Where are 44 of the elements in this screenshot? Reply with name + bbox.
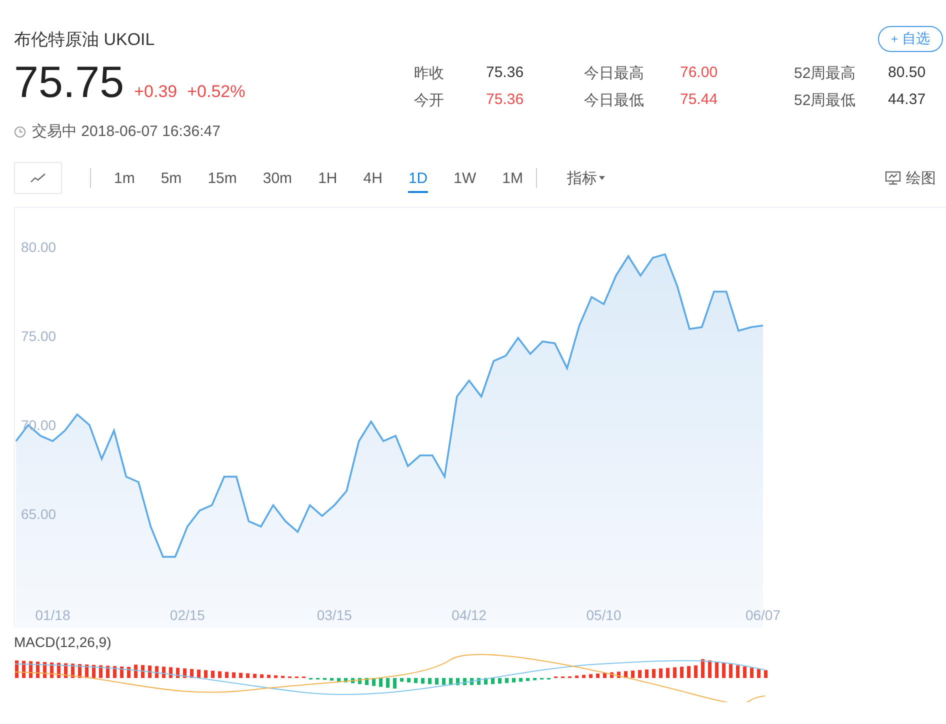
draw-button[interactable]: 绘图	[879, 168, 942, 188]
period-tab[interactable]: 30m	[262, 164, 292, 192]
x-axis-label: 01/18	[35, 607, 70, 623]
price-change: +0.39	[134, 82, 178, 102]
x-axis-label: 04/12	[452, 607, 487, 623]
period-tab[interactable]: 1W	[454, 164, 476, 192]
period-tab[interactable]: 1M	[502, 164, 523, 192]
x-axis-label: 06/07	[745, 607, 781, 623]
stat-value: 75.36	[486, 64, 525, 83]
percent-change: +0.52%	[187, 82, 246, 102]
y-axis-label: 70.00	[21, 417, 56, 434]
period-tab[interactable]: 1m	[114, 164, 135, 192]
instrument-title: 布伦特原油 UKOIL	[14, 28, 155, 50]
stat-value: 76.00	[680, 64, 719, 83]
period-tab[interactable]: 1H	[318, 164, 338, 192]
y-axis-label: 65.00	[21, 506, 56, 522]
y-axis-label: 80.00	[21, 239, 56, 256]
drawing-board-icon	[885, 171, 901, 185]
indicator-menu[interactable]: 指标	[560, 168, 611, 188]
clock-icon	[14, 126, 26, 138]
stat-label: 昨收	[414, 64, 445, 83]
stat-value: 80.50	[888, 64, 927, 83]
stat-label: 52周最低	[794, 91, 857, 110]
stat-value: 75.36	[486, 91, 525, 110]
stat-label: 今日最高	[584, 64, 645, 83]
period-tab[interactable]: 1D	[408, 164, 428, 192]
stat-label: 今开	[414, 91, 445, 110]
line-chart-icon	[30, 173, 46, 183]
x-axis-label: 02/15	[170, 607, 205, 623]
x-axis-label: 05/10	[586, 607, 622, 623]
stat-value: 44.37	[888, 91, 927, 110]
period-tab[interactable]: 15m	[208, 164, 237, 192]
period-tab[interactable]: 5m	[160, 164, 182, 192]
trading-status: 交易中 2018-06-07 16:36:47	[32, 122, 220, 141]
macd-title: MACD(12,26,9)	[14, 634, 112, 650]
period-tab[interactable]: 4H	[363, 164, 382, 192]
last-price: 75.75	[14, 58, 124, 108]
stat-label: 52周最高	[794, 64, 857, 83]
x-axis-label: 03/15	[316, 607, 352, 623]
y-axis-label: 75.00	[21, 328, 56, 344]
caret-icon	[598, 176, 605, 180]
stat-value: 75.44	[680, 91, 719, 110]
chart-type-button[interactable]	[14, 162, 62, 194]
stat-label: 今日最低	[584, 91, 645, 110]
